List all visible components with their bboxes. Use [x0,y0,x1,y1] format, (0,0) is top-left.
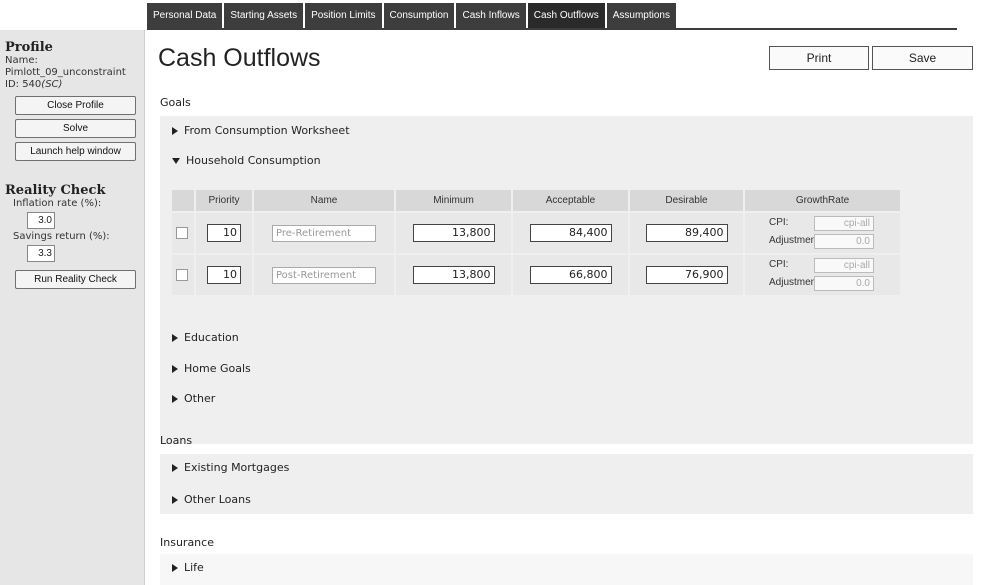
education-expander[interactable]: Education [172,331,239,344]
tab-cash-outflows[interactable]: Cash Outflows [527,3,605,28]
cpi-select[interactable]: cpi-all [814,258,874,273]
from-consumption-label: From Consumption Worksheet [184,124,350,137]
savings-input[interactable]: 3.3 [27,245,55,262]
tab-starting-assets[interactable]: Starting Assets [224,3,304,28]
cpi-select[interactable]: cpi-all [814,216,874,231]
select-column-header [172,190,194,211]
home-goals-expander[interactable]: Home Goals [172,362,251,375]
sidebar: Profile Name: Pimlott_09_unconstraint ID… [0,30,145,585]
existing-mortgages-label: Existing Mortgages [184,461,290,474]
run-reality-check-button[interactable]: Run Reality Check [15,270,136,289]
other-loans-expander[interactable]: Other Loans [172,493,251,506]
profile-id-suffix: (SC) [41,79,63,90]
home-goals-label: Home Goals [184,362,251,375]
desirable-input[interactable]: 89,400 [645,224,728,242]
triangle-right-icon [172,126,178,135]
triangle-right-icon [172,364,178,373]
launch-help-button[interactable]: Launch help window [15,142,136,161]
education-label: Education [184,331,239,344]
existing-mortgages-expander[interactable]: Existing Mortgages [172,461,289,474]
tab-cash-inflows[interactable]: Cash Inflows [456,3,526,28]
minimum-input[interactable]: 13,800 [412,266,495,284]
other-expander[interactable]: Other [172,392,215,405]
name-header: Name [254,190,394,211]
growth-rate-cell: CPI: cpi-all Adjustment%: 0.0 [745,255,900,295]
adjustment-input[interactable]: 0.0 [814,234,874,249]
acceptable-input[interactable]: 84,400 [529,224,612,242]
loans-section-label: Loans [160,434,193,447]
close-profile-button[interactable]: Close Profile [15,96,136,115]
triangle-right-icon [172,563,178,572]
goals-section-label: Goals [160,96,191,109]
profile-id: ID: 540(SC) [5,79,139,91]
save-button[interactable]: Save [872,46,973,70]
reality-check-heading: Reality Check [5,183,106,198]
worksheet-tabs: Personal Data Starting Assets Position L… [147,3,676,30]
inflation-label: Inflation rate (%): [13,198,102,209]
desirable-header: Desirable [630,190,743,211]
triangle-right-icon [172,333,178,342]
page-title: Cash Outflows [158,44,321,72]
acceptable-input[interactable]: 66,800 [529,266,612,284]
priority-header: Priority [196,190,252,211]
inflation-input[interactable]: 3.0 [27,212,55,229]
tab-assumptions[interactable]: Assumptions [606,3,676,28]
table-row: 10 Pre-Retirement 13,800 84,400 89,400 C… [172,213,900,253]
cpi-label: CPI: [769,217,789,228]
priority-input[interactable]: 10 [207,224,241,242]
household-consumption-expander[interactable]: Household Consumption [172,154,321,167]
adjustment-input[interactable]: 0.0 [814,276,874,291]
growth-rate-header: GrowthRate [745,190,900,211]
minimum-input[interactable]: 13,800 [412,224,495,242]
other-loans-label: Other Loans [184,493,251,506]
other-label: Other [184,392,216,405]
goal-name-input[interactable]: Pre-Retirement [272,224,376,242]
acceptable-header: Acceptable [513,190,628,211]
tab-personal-data[interactable]: Personal Data [147,3,223,28]
household-consumption-label: Household Consumption [186,154,321,167]
triangle-right-icon [172,495,178,504]
insurance-section-label: Insurance [160,536,214,549]
life-expander[interactable]: Life [172,561,204,574]
tab-consumption[interactable]: Consumption [383,3,455,28]
row-checkbox[interactable] [176,269,188,281]
row-checkbox[interactable] [176,227,188,239]
table-row: 10 Post-Retirement 13,800 66,800 76,900 … [172,255,900,295]
main-content: Cash Outflows Print Save Goals From Cons… [150,30,976,585]
from-consumption-expander[interactable]: From Consumption Worksheet [172,124,350,137]
savings-label: Savings return (%): [13,231,110,242]
tab-position-limits[interactable]: Position Limits [305,3,382,28]
growth-rate-cell: CPI: cpi-all Adjustment%: 0.0 [745,213,900,253]
minimum-header: Minimum [396,190,511,211]
life-label: Life [184,561,204,574]
profile-name-label: Name: [5,55,38,66]
priority-input[interactable]: 10 [207,266,241,284]
household-goals-table: Priority Name Minimum Acceptable Desirab… [170,188,902,297]
profile-id-label: ID: 540 [5,79,42,90]
profile-name-value: Pimlott_09_unconstraint [5,67,126,78]
goal-name-input[interactable]: Post-Retirement [272,266,376,284]
triangle-right-icon [172,394,178,403]
print-button[interactable]: Print [769,46,869,70]
triangle-right-icon [172,463,178,472]
desirable-input[interactable]: 76,900 [645,266,728,284]
solve-button[interactable]: Solve [15,119,136,138]
insurance-panel [160,554,973,585]
profile-heading: Profile [5,40,53,55]
triangle-down-icon [172,157,180,164]
cpi-label: CPI: [769,259,789,270]
